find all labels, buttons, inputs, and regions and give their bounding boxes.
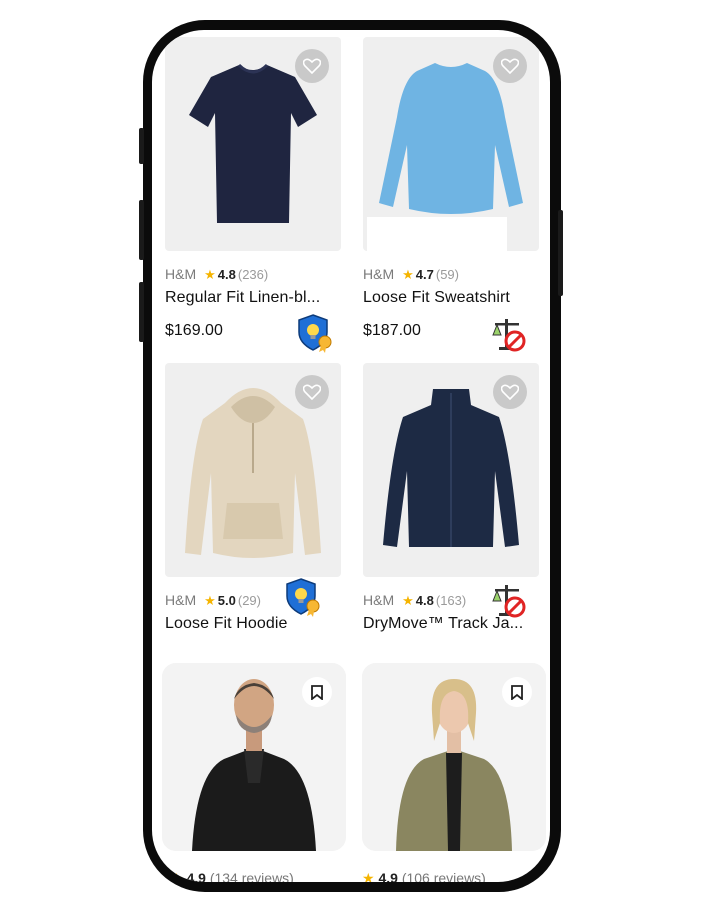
bookmark-button[interactable]	[502, 677, 532, 707]
bookmark-icon	[511, 684, 523, 700]
shield-bulb-award-icon	[283, 577, 323, 617]
star-icon: ★	[170, 870, 183, 882]
brand-label: H&M	[363, 592, 395, 608]
bookmark-icon	[311, 684, 323, 700]
heart-icon	[501, 58, 519, 74]
heart-icon	[501, 384, 519, 400]
heart-icon	[303, 58, 321, 74]
product-image[interactable]	[363, 37, 539, 251]
shield-bulb-award-icon	[295, 313, 335, 353]
review-count: (106 reviews)	[401, 870, 486, 882]
rating-count: (236)	[237, 267, 269, 282]
product-title[interactable]: Regular Fit Linen-bl...	[165, 289, 341, 307]
rating-value: 4.9	[186, 870, 206, 882]
scale-ban-icon	[489, 315, 529, 355]
bookmark-button[interactable]	[302, 677, 332, 707]
review-count: (134 reviews)	[209, 870, 294, 882]
product-image[interactable]	[165, 37, 341, 251]
rating-value: 4.9	[378, 870, 398, 882]
favorite-button[interactable]	[295, 49, 329, 83]
favorite-button[interactable]	[493, 375, 527, 409]
model-card[interactable]	[362, 663, 546, 851]
brand-label: H&M	[165, 592, 197, 608]
rating-value: 4.7	[415, 267, 434, 282]
product-image[interactable]	[363, 363, 539, 577]
favorite-button[interactable]	[295, 375, 329, 409]
rating-count: (59)	[435, 267, 459, 282]
heart-icon	[303, 384, 321, 400]
phone-side-button	[139, 200, 144, 260]
rating-count: (29)	[237, 593, 261, 608]
product-title[interactable]: Loose Fit Sweatshirt	[363, 289, 539, 307]
product-meta: H&M ★ 4.8 (163)	[363, 592, 466, 609]
phone-side-button	[558, 210, 563, 296]
model-rating: ★ 4.9 (134 reviews)	[170, 870, 294, 882]
phone-side-button	[139, 128, 144, 164]
rating-value: 4.8	[217, 267, 236, 282]
phone-screen: H&M ★ 4.8 (236) Regular Fit Linen-bl... $16…	[152, 30, 550, 882]
product-title[interactable]: Loose Fit Hoodie	[165, 615, 341, 633]
star-icon: ★	[204, 267, 216, 282]
star-icon: ★	[362, 870, 375, 882]
product-price: $187.00	[363, 322, 421, 339]
brand-label: H&M	[165, 266, 197, 282]
rating-count: (163)	[435, 593, 467, 608]
rating-value: 5.0	[217, 593, 236, 608]
star-icon: ★	[402, 267, 414, 282]
product-meta: H&M ★ 4.7 (59)	[363, 266, 459, 283]
brand-label: H&M	[363, 266, 395, 282]
scale-ban-icon	[489, 581, 529, 621]
rating-value: 4.8	[415, 593, 434, 608]
star-icon: ★	[204, 593, 216, 608]
model-rating: ★ 4.9 (106 reviews)	[362, 870, 486, 882]
model-card[interactable]	[162, 663, 346, 851]
favorite-button[interactable]	[493, 49, 527, 83]
product-price: $169.00	[165, 322, 223, 339]
product-image[interactable]	[165, 363, 341, 577]
star-icon: ★	[402, 593, 414, 608]
product-meta: H&M ★ 5.0 (29)	[165, 592, 261, 609]
phone-side-button	[139, 282, 144, 342]
product-meta: H&M ★ 4.8 (236)	[165, 266, 268, 283]
